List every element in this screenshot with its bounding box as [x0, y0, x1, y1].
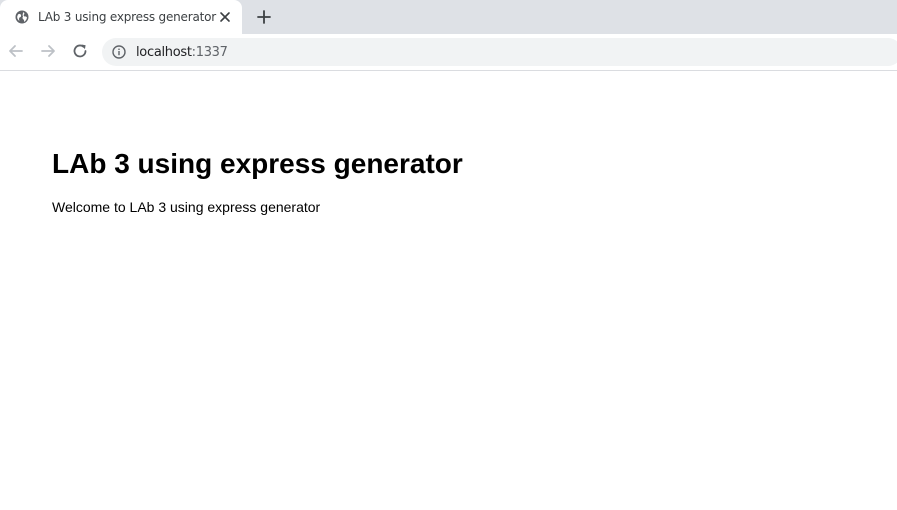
- globe-icon: [15, 10, 29, 24]
- tab-strip: LAb 3 using express generator: [0, 0, 897, 34]
- info-icon[interactable]: [112, 45, 126, 59]
- arrow-left-icon[interactable]: [7, 42, 25, 60]
- tab-title: LAb 3 using express generator: [38, 10, 216, 24]
- welcome-text: Welcome to LAb 3 using express generator: [52, 199, 321, 215]
- browser-toolbar: localhost:1337: [0, 34, 897, 71]
- page-heading: LAb 3 using express generator: [52, 148, 463, 179]
- arrow-right-icon[interactable]: [39, 42, 57, 60]
- address-bar[interactable]: localhost:1337: [102, 38, 897, 66]
- url-host: localhost: [136, 45, 192, 60]
- browser-tab[interactable]: LAb 3 using express generator: [0, 0, 242, 34]
- plus-icon[interactable]: [256, 9, 272, 25]
- close-icon[interactable]: [218, 10, 232, 24]
- url-port: :1337: [191, 45, 228, 60]
- address-url[interactable]: localhost:1337: [136, 45, 228, 60]
- reload-icon[interactable]: [71, 42, 89, 60]
